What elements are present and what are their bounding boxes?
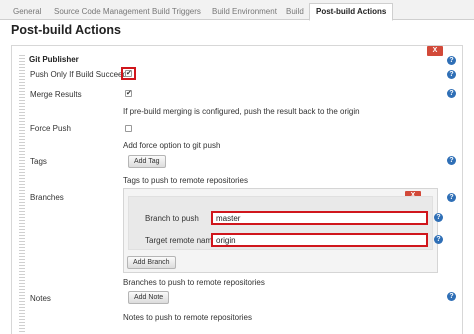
tags-description: Tags to push to remote repositories (123, 176, 248, 185)
branches-description: Branches to push to remote repositories (123, 278, 265, 287)
branch-to-push-input[interactable] (211, 211, 428, 225)
tab-source-code-management[interactable]: Source Code Management (47, 3, 157, 20)
help-icon[interactable]: ? (447, 70, 456, 79)
force-push-label: Force Push (30, 124, 71, 133)
help-icon[interactable]: ? (447, 156, 456, 165)
add-tag-button[interactable]: Add Tag (128, 155, 166, 168)
help-icon[interactable]: ? (447, 193, 456, 202)
branches-label: Branches (30, 193, 64, 202)
config-tab-bar: General Source Code Management Build Tri… (0, 0, 474, 21)
help-icon[interactable]: ? (447, 89, 456, 98)
push-only-if-success-label: Push Only If Build Succeeds (30, 70, 131, 79)
help-icon[interactable]: ? (434, 235, 443, 244)
drag-handle[interactable] (19, 55, 25, 334)
push-only-if-success-checkbox[interactable]: ✔ (125, 70, 132, 77)
tab-build-environment[interactable]: Build Environment (205, 3, 284, 20)
help-icon[interactable]: ? (447, 56, 456, 65)
force-push-description: Add force option to git push (123, 141, 221, 150)
merge-results-label: Merge Results (30, 90, 82, 99)
target-remote-name-input[interactable] (211, 233, 428, 247)
tab-build[interactable]: Build (279, 3, 311, 20)
add-note-button[interactable]: Add Note (128, 291, 170, 304)
tab-general[interactable]: General (6, 3, 48, 20)
merge-results-description: If pre-build merging is configured, push… (123, 107, 360, 116)
help-icon[interactable]: ? (434, 213, 443, 222)
merge-results-checkbox[interactable]: ✔ (125, 90, 132, 97)
tags-label: Tags (30, 157, 47, 166)
branch-to-push-label: Branch to push (145, 214, 199, 223)
notes-description: Notes to push to remote repositories (123, 313, 252, 322)
section-title: Git Publisher (29, 55, 79, 64)
delete-publisher-button[interactable]: X (427, 46, 443, 56)
page-title: Post-build Actions (11, 23, 121, 37)
notes-label: Notes (30, 294, 51, 303)
tab-post-build-actions[interactable]: Post-build Actions (309, 3, 394, 21)
add-branch-button[interactable]: Add Branch (127, 256, 176, 269)
help-icon[interactable]: ? (447, 292, 456, 301)
target-remote-name-label: Target remote name (145, 236, 217, 245)
tab-build-triggers[interactable]: Build Triggers (145, 3, 208, 20)
force-push-checkbox[interactable] (125, 125, 132, 132)
